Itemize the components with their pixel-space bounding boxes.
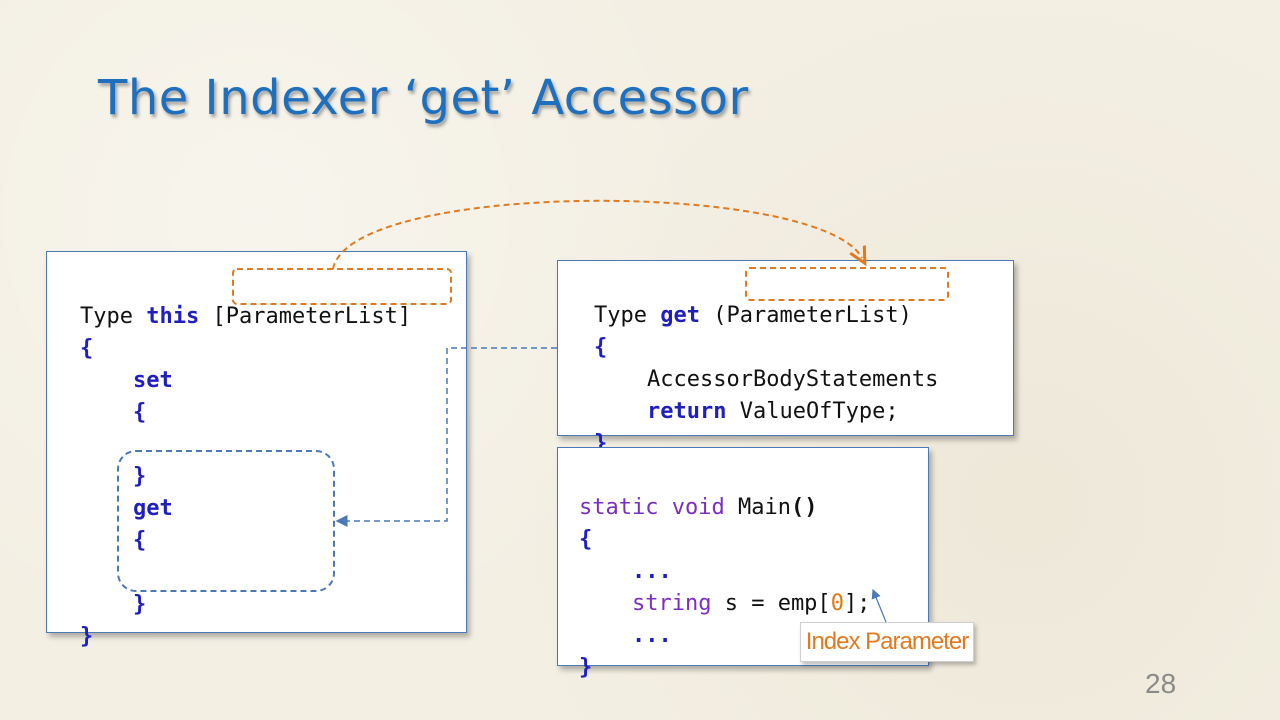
param-mapping-arrow	[332, 199, 862, 270]
get-block-highlight	[117, 450, 335, 592]
left-param-highlight	[232, 268, 452, 305]
page-number: 28	[1145, 668, 1177, 699]
annotation-overlay	[117, 199, 949, 623]
index-pointer-arrow	[871, 588, 887, 623]
get-mapping-arrow	[335, 347, 557, 527]
right-param-highlight	[745, 267, 949, 301]
